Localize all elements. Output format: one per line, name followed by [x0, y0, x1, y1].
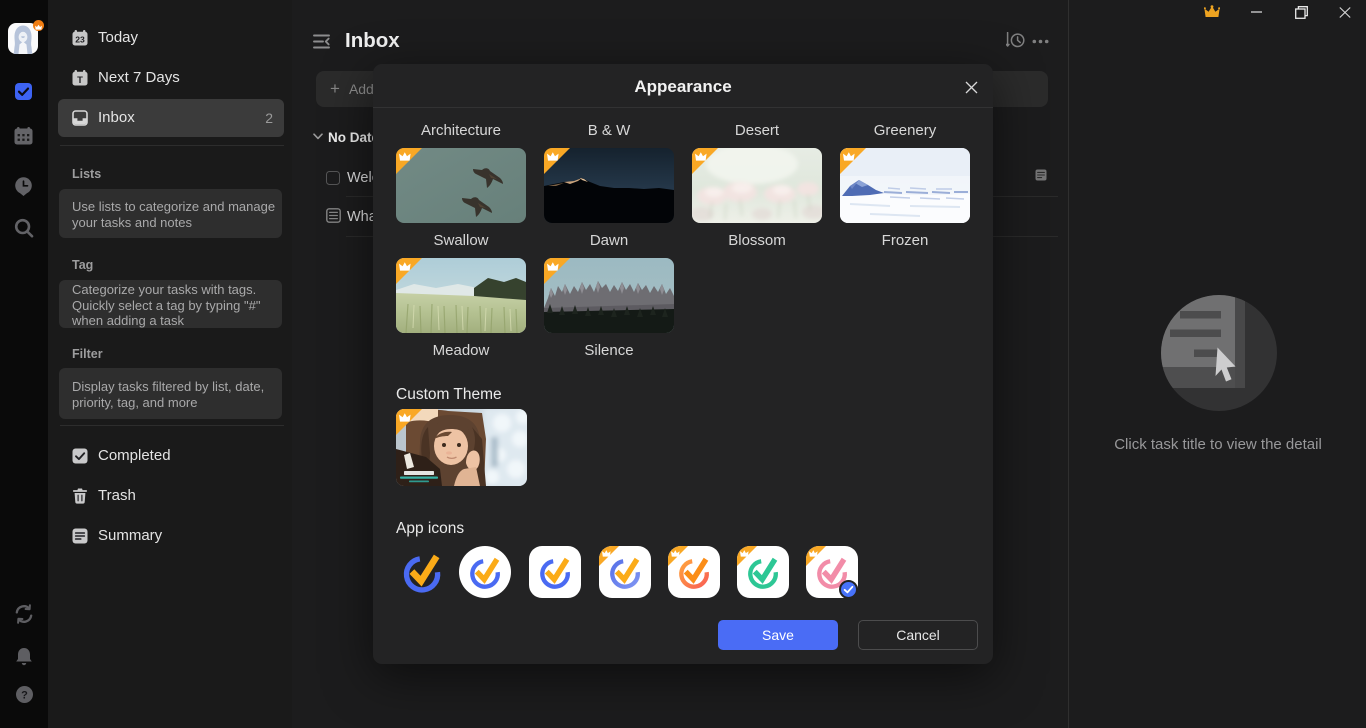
- svg-text:T: T: [77, 74, 83, 85]
- svg-text:?: ?: [21, 690, 28, 702]
- svg-text:23: 23: [75, 34, 85, 44]
